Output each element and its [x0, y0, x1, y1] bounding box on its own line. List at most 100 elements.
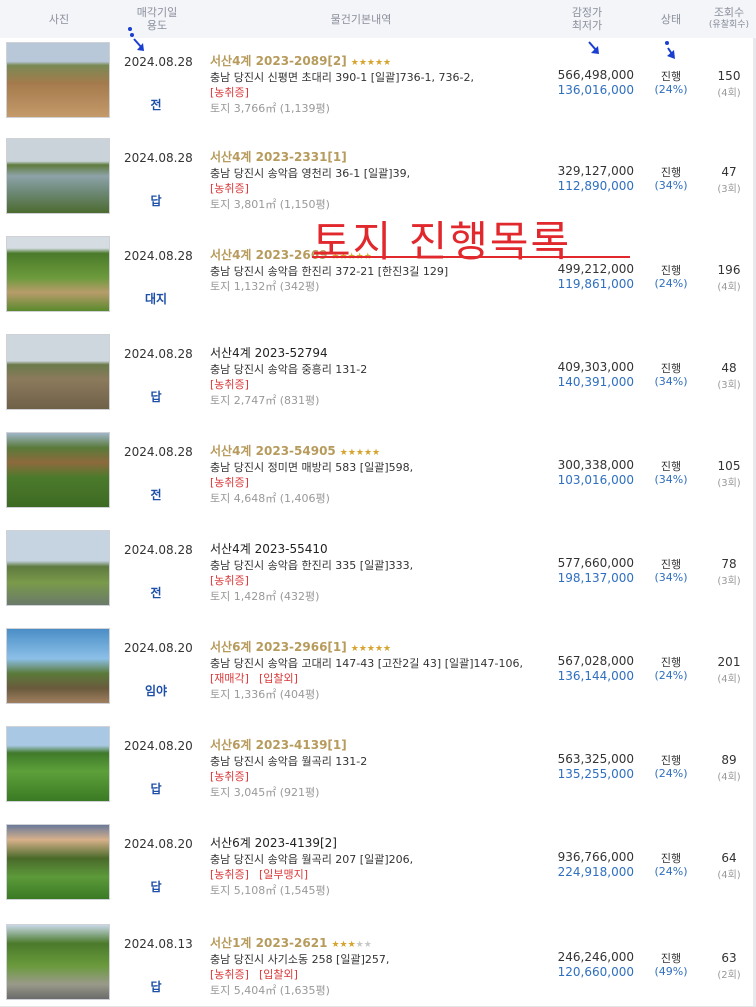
- property-tags: [농취증]: [210, 180, 259, 196]
- auction-date: 2024.08.28: [124, 151, 193, 165]
- property-photo[interactable]: [6, 432, 110, 508]
- status-label: 진행: [660, 558, 682, 571]
- status-percent: (24%): [654, 865, 688, 878]
- status-label: 진행: [660, 70, 682, 83]
- table-row[interactable]: 2024.08.20 답 서산6계 2023-4139[1] 충남 당진시 송악읍 월…: [0, 722, 756, 821]
- view-count: 89: [721, 753, 737, 767]
- case-number-text[interactable]: 서산4계 2023-54905: [210, 444, 336, 458]
- view-count: 48: [721, 361, 737, 375]
- table-row[interactable]: 2024.08.13 답 서산1계 2023-2621 ★★★★★ 충남 당진시 사기소…: [0, 920, 756, 1007]
- auction-date: 2024.08.28: [124, 55, 193, 69]
- view-count: 201: [717, 655, 741, 669]
- minimum-price: 136,016,000: [557, 83, 634, 97]
- appraisal-price: 246,246,000: [557, 950, 634, 964]
- property-photo[interactable]: [6, 628, 110, 704]
- table-row[interactable]: 2024.08.20 임야 서산6계 2023-2966[1] ★★★★★ 충남 당진시…: [0, 624, 756, 723]
- table-row[interactable]: 2024.08.28 전 서산4계 2023-55410 충남 당진시 송악읍 한진리…: [0, 526, 756, 625]
- table-row[interactable]: 2024.08.20 답 서산6계 2023-4139[2] 충남 당진시 송악읍 월…: [0, 820, 756, 921]
- case-number[interactable]: 서산6계 2023-2966[1] ★★★★★: [210, 638, 391, 655]
- case-number-text[interactable]: 서산4계 2023-52794: [210, 346, 328, 360]
- minimum-price: 140,391,000: [557, 375, 634, 389]
- case-number-text[interactable]: 서산4계 2023-2669: [210, 248, 327, 262]
- fail-count: (4회): [717, 282, 741, 293]
- appraisal-price: 566,498,000: [557, 68, 634, 82]
- case-number[interactable]: 서산4계 2023-2089[2] ★★★★★: [210, 52, 391, 69]
- property-address: 충남 당진시 송악읍 월곡리 131-2: [210, 755, 368, 768]
- property-photo[interactable]: [6, 530, 110, 606]
- case-number-text[interactable]: 서산1계 2023-2621: [210, 936, 327, 950]
- land-use: 전: [150, 488, 162, 502]
- case-number-text[interactable]: 서산6계 2023-2966[1]: [210, 640, 347, 654]
- view-count: 150: [717, 69, 741, 83]
- land-use: 답: [150, 782, 162, 796]
- status-percent: (24%): [654, 83, 688, 96]
- property-photo[interactable]: [6, 236, 110, 312]
- view-count: 64: [721, 851, 737, 865]
- status-label: 진행: [660, 264, 682, 277]
- case-number-text[interactable]: 서산4계 2023-2331[1]: [210, 150, 347, 164]
- land-use: 답: [150, 390, 162, 404]
- status-label: 진행: [660, 166, 682, 179]
- appraisal-price: 936,766,000: [557, 850, 634, 864]
- appraisal-price: 300,338,000: [557, 458, 634, 472]
- case-number-text[interactable]: 서산6계 2023-4139[1]: [210, 738, 347, 752]
- case-number-text[interactable]: 서산4계 2023-2089[2]: [210, 54, 347, 68]
- auction-date: 2024.08.20: [124, 837, 193, 851]
- property-tags: [농취증]: [210, 376, 259, 392]
- status-percent: (24%): [654, 669, 688, 682]
- land-use: 임야: [144, 684, 168, 698]
- property-tags: [농취증]: [210, 572, 259, 588]
- property-photo[interactable]: [6, 42, 110, 118]
- table-header: 사진 매각기일 용도 물건기본내역 감정가 최저가 상태 조회수 (유찰회수): [0, 0, 756, 39]
- property-address: 충남 당진시 송악읍 월곡리 207 [일괄]206,: [210, 853, 414, 866]
- property-tags: [농취증]: [210, 768, 259, 784]
- table-row[interactable]: 2024.08.28 전 서산4계 2023-2089[2] ★★★★★ 충남 당진시 …: [0, 38, 756, 135]
- minimum-price: 136,144,000: [557, 669, 634, 683]
- table-row[interactable]: 2024.08.28 전 서산4계 2023-54905 ★★★★★ 충남 당진시 정미…: [0, 428, 756, 527]
- auction-date: 2024.08.28: [124, 445, 193, 459]
- case-number-text[interactable]: 서산4계 2023-55410: [210, 542, 328, 556]
- land-use: 전: [150, 586, 162, 600]
- case-number[interactable]: 서산6계 2023-4139[1]: [210, 736, 347, 753]
- case-number-text[interactable]: 서산6계 2023-4139[2]: [210, 836, 337, 850]
- land-use: 대지: [144, 292, 168, 306]
- property-tags: [농취증] [일부맹지]: [210, 866, 318, 882]
- arrow-icon: [588, 41, 599, 54]
- case-number[interactable]: 서산4계 2023-55410: [210, 540, 328, 557]
- fail-count: (4회): [717, 772, 741, 783]
- property-address: 충남 당진시 송악읍 영천리 36-1 [일괄]39,: [210, 167, 411, 180]
- minimum-price: 120,660,000: [557, 965, 634, 979]
- property-address: 충남 당진시 신평면 초대리 390-1 [일괄]736-1, 736-2,: [210, 71, 475, 84]
- case-number[interactable]: 서산4계 2023-54905 ★★★★★: [210, 442, 380, 459]
- property-photo[interactable]: [6, 924, 110, 1000]
- arrow-icon: [665, 41, 675, 59]
- appraisal-price: 567,028,000: [557, 654, 634, 668]
- case-number[interactable]: 서산4계 2023-52794: [210, 344, 328, 361]
- land-area: 토지 5,404㎡ (1,635평): [210, 984, 330, 997]
- land-area: 토지 3,045㎡ (921평): [210, 786, 320, 799]
- tag-badge: [농취증]: [210, 86, 249, 99]
- auction-date: 2024.08.28: [124, 543, 193, 557]
- case-number[interactable]: 서산6계 2023-4139[2]: [210, 834, 337, 851]
- tag-badge: [입찰외]: [258, 672, 298, 685]
- property-tags: [농취증] [입찰외]: [210, 966, 308, 982]
- case-number[interactable]: 서산1계 2023-2621 ★★★★★: [210, 934, 372, 951]
- table-row[interactable]: 2024.08.28 답 서산4계 2023-52794 충남 당진시 송악읍 중흥리…: [0, 330, 756, 429]
- tag-badge: [일부맹지]: [258, 868, 309, 881]
- star-rating-icon: ★★★★★: [350, 644, 392, 654]
- property-address: 충남 당진시 송악읍 한진리 335 [일괄]333,: [210, 559, 414, 572]
- view-count: 63: [721, 951, 737, 965]
- property-photo[interactable]: [6, 726, 110, 802]
- property-photo[interactable]: [6, 824, 110, 900]
- case-number[interactable]: 서산4계 2023-2331[1]: [210, 148, 347, 165]
- property-photo[interactable]: [6, 334, 110, 410]
- land-use: 답: [150, 880, 162, 894]
- land-area: 토지 1,132㎡ (342평): [210, 280, 320, 293]
- fail-count: (3회): [717, 184, 741, 195]
- fail-count: (4회): [717, 674, 741, 685]
- minimum-price: 224,918,000: [557, 865, 634, 879]
- property-photo[interactable]: [6, 138, 110, 214]
- land-area: 토지 3,766㎡ (1,139평): [210, 102, 330, 115]
- fail-count: (4회): [717, 88, 741, 99]
- tag-badge: [농취증]: [210, 378, 249, 391]
